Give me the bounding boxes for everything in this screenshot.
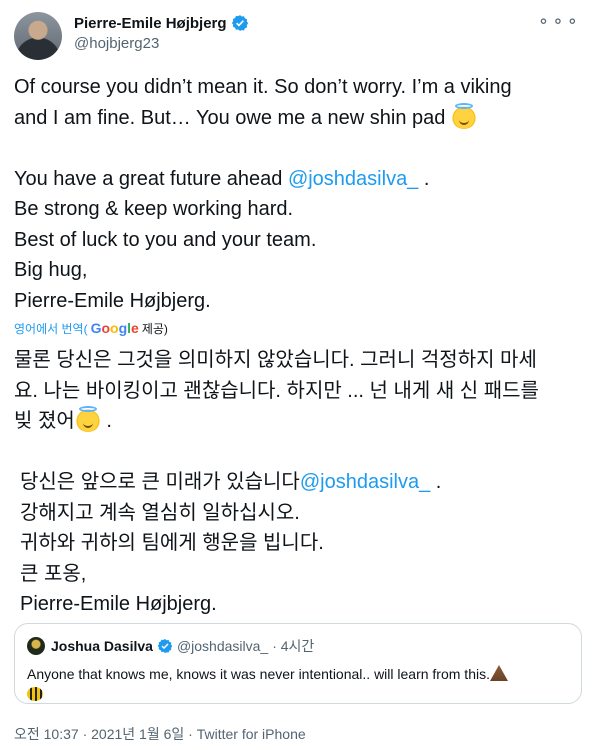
- quoted-header: Joshua Dasilva @joshdasilva_ · 4시간: [51, 636, 314, 656]
- translation-label: 영어에서 번역(: [14, 321, 88, 336]
- translated-line: 빚 졌어: [14, 410, 75, 432]
- more-options-icon[interactable]: ⚬⚬⚬: [537, 12, 580, 32]
- verified-badge-icon: [157, 639, 173, 653]
- bee-icon: [27, 687, 43, 701]
- quoted-text: Anyone that knows me, knows it was never…: [27, 664, 567, 704]
- tweet-punctuation: .: [418, 167, 430, 190]
- translated-line: 물론 당신은 그것을 의미하지 않았습니다. 그러니 걱정하지 마세: [14, 349, 537, 371]
- translated-line: Pierre-Emile Højbjerg.: [20, 593, 217, 615]
- quoted-avatar[interactable]: [27, 637, 45, 655]
- tweet-line: Be strong & keep working hard.: [14, 198, 294, 220]
- tweet-line: Big hug,: [14, 259, 88, 281]
- translation-attribution[interactable]: 영어에서 번역( Google 제공): [14, 319, 168, 337]
- tweet-body: Of course you didn’t mean it. So don’t w…: [14, 72, 580, 316]
- folded-hands-icon: [489, 665, 508, 681]
- google-letter: g: [118, 320, 128, 336]
- translated-line: 귀하와 귀하의 팀에게 행운을 빕니다.: [20, 532, 324, 554]
- tweet-line: and I am fine. But… You owe me a new shi…: [14, 106, 446, 129]
- smiling-face-with-halo-icon: [74, 406, 101, 432]
- translated-line: 요. 나는 바이킹이고 괜찮습니다. 하지만 ... 넌 내게 새 신 패드를: [14, 379, 539, 402]
- translated-line: 당신은 앞으로 큰 미래가 있습니다: [20, 471, 300, 493]
- avatar[interactable]: [14, 12, 62, 60]
- translated-line: 큰 포옹,: [20, 562, 87, 585]
- smiling-face-with-halo-icon: [450, 102, 477, 129]
- quoted-timestamp[interactable]: · 4시간: [272, 636, 314, 656]
- tweet-line: Best of luck to you and your team.: [14, 228, 317, 251]
- google-logo: Google: [91, 320, 139, 336]
- verified-badge-icon: [231, 15, 248, 31]
- tweet-meta[interactable]: 오전 10:37 · 2021년 1월 6일 · Twitter for iPh…: [14, 724, 306, 744]
- quoted-text-content: Anyone that knows me, knows it was never…: [27, 666, 490, 682]
- quoted-handle[interactable]: @joshdasilva_: [177, 638, 268, 654]
- google-letter: o: [110, 320, 119, 336]
- tweet-line: Pierre-Emile Højbjerg.: [14, 289, 211, 312]
- quoted-tweet[interactable]: Joshua Dasilva @joshdasilva_ · 4시간 Anyon…: [14, 623, 582, 704]
- google-letter: G: [90, 320, 102, 336]
- translation-suffix: 제공): [141, 321, 168, 336]
- mention-link[interactable]: @joshdasilva_: [300, 471, 430, 493]
- author-handle[interactable]: @hojbjerg23: [74, 35, 159, 52]
- author-name-row: Pierre-Emile Højbjerg: [74, 14, 249, 32]
- mention-link[interactable]: @joshdasilva_: [288, 168, 418, 190]
- tweet-header: Pierre-Emile Højbjerg @hojbjerg23 ⚬⚬⚬: [14, 12, 580, 60]
- google-letter: e: [131, 320, 139, 336]
- translated-punctuation: .: [430, 471, 442, 493]
- translated-body: 물론 당신은 그것을 의미하지 않았습니다. 그러니 걱정하지 마세 요. 나는…: [14, 345, 584, 620]
- author-display-name[interactable]: Pierre-Emile Højbjerg: [74, 15, 227, 32]
- quoted-display-name[interactable]: Joshua Dasilva: [51, 638, 153, 654]
- translated-punctuation: .: [100, 410, 112, 432]
- tweet-line: Of course you didn’t mean it. So don’t w…: [14, 76, 512, 98]
- tweet-line: You have a great future ahead: [14, 167, 288, 190]
- google-letter: o: [101, 320, 111, 336]
- translated-line: 강해지고 계속 열심히 일하십시오.: [20, 501, 300, 524]
